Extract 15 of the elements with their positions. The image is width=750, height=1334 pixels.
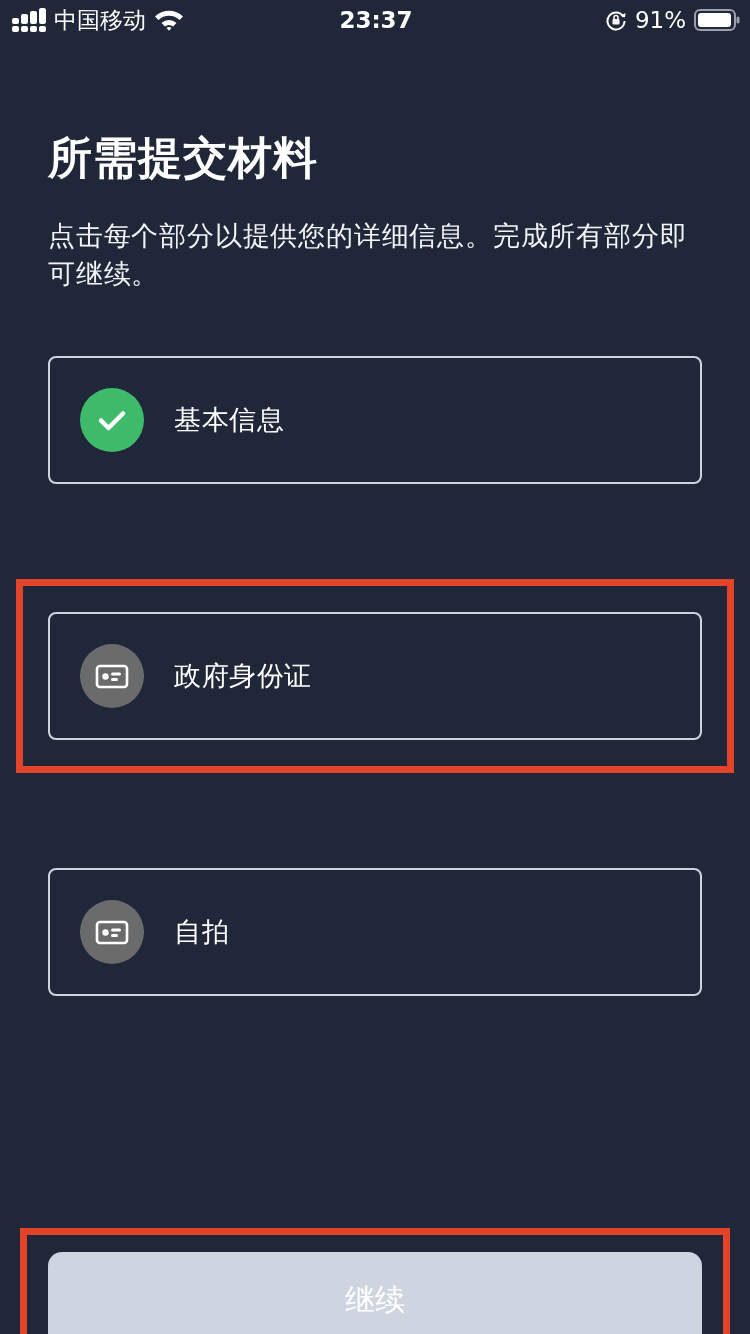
signal-icon [12,8,46,32]
rotation-lock-icon [604,9,627,31]
section-label: 自拍 [174,915,229,949]
wifi-icon [154,9,184,31]
battery-percentage: 91% [634,6,686,34]
section-label: 政府身份证 [174,659,312,693]
section-card[interactable]: 政府身份证 [48,612,702,740]
page-title: 所需提交材料 [48,132,319,184]
section-card[interactable]: 自拍 [48,868,702,996]
battery-icon [694,9,740,31]
carrier-name: 中国移动 [54,6,146,34]
status-time: 23:37 [339,6,413,34]
section-label: 基本信息 [174,403,284,437]
instructions-text: 点击每个部分以提供您的详细信息。完成所有部分即可继续。 [48,219,689,291]
section-card[interactable]: 基本信息 [48,356,702,484]
